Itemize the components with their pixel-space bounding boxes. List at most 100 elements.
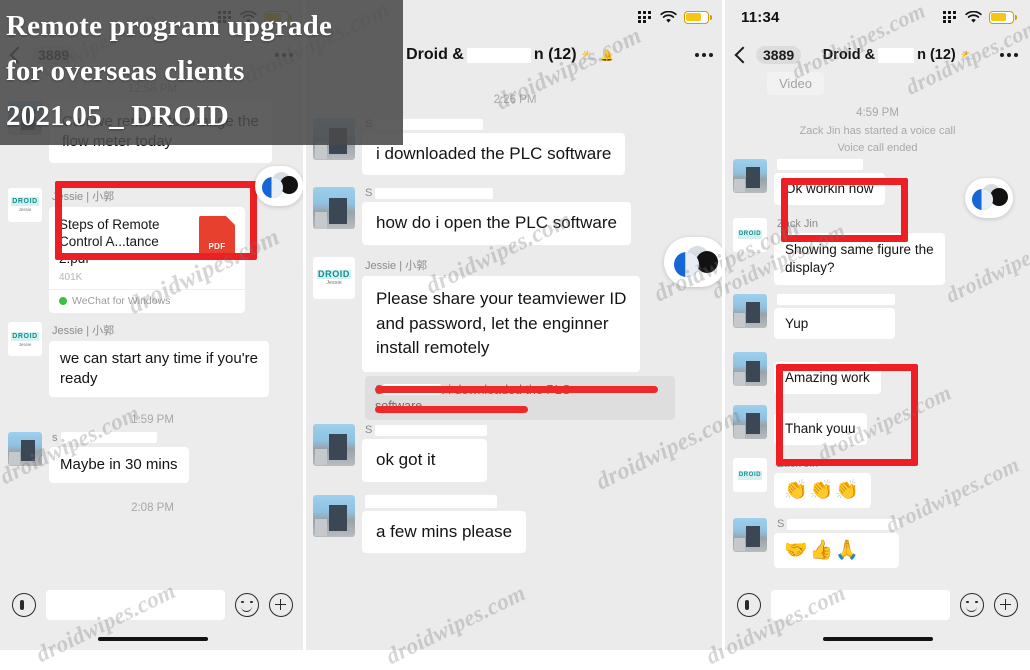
avatar[interactable] [733, 518, 767, 553]
title-line-2: for overseas clients [6, 55, 245, 87]
more-options-icon-2[interactable] [691, 53, 713, 57]
message-stream-1[interactable]: 12:58 PM Can we remote to change the flo… [0, 76, 305, 650]
message-row: Amazing work [725, 352, 1030, 397]
system-message: Voice call ended [837, 142, 918, 155]
screenshot-stage: 3889 12:58 PM Can we remote to change th… [0, 0, 1030, 669]
input-bar-1 [0, 582, 305, 628]
avatar[interactable]: DROID Jessie [8, 322, 42, 357]
chat-title-left: Droid & [822, 47, 876, 63]
emoji-icon[interactable] [960, 593, 984, 617]
avatar[interactable]: DROID Jessie [8, 187, 42, 222]
message-row: S ok got it [305, 424, 725, 484]
message-bubble[interactable]: we can start any time if you're ready [49, 341, 269, 397]
file-size: 401K [59, 272, 83, 284]
message-row-partial: Video [725, 72, 1030, 98]
system-message: Zack Jin has started a voice call [799, 125, 956, 138]
avatar[interactable] [733, 159, 767, 194]
avatar[interactable] [733, 405, 767, 440]
message-bubble[interactable]: Maybe in 30 mins [49, 446, 189, 483]
sender-name: Jessie | 小郭 [365, 259, 428, 272]
message-row: Yup [725, 293, 1030, 343]
timestamp: 2:08 PM [131, 501, 174, 514]
quoted-message[interactable]: S: i downloaded the PLC software [365, 375, 676, 421]
sender-name: Jessie | 小郭 [52, 325, 115, 338]
chevron-left-icon [734, 46, 752, 64]
message-bubble[interactable]: a few mins please [362, 510, 527, 554]
wifi-icon [965, 10, 982, 24]
voice-record-icon[interactable] [737, 593, 761, 617]
timestamp: 1:59 PM [131, 413, 174, 426]
sender-name [365, 494, 526, 508]
message-bubble[interactable]: Thank youu [774, 413, 867, 446]
message-bubble[interactable]: Ok workin now [774, 173, 885, 205]
unread-count-badge: 3889 [756, 46, 802, 64]
chat-header-3: 3889 Droid & n (12) ⛅ [725, 34, 1030, 76]
redaction-strip [878, 47, 915, 63]
message-row: S 🤝👍🙏 [725, 518, 1030, 571]
phone-panel-3: 11:34 3889 Droid & n (12) ⛅ Video 4:59 P… [725, 0, 1030, 650]
avatar[interactable] [733, 293, 767, 328]
message-bubble[interactable]: Please share your teamviewer ID and pass… [362, 275, 641, 372]
status-icons [943, 10, 1018, 24]
title-overlay: Remote program upgrade for overseas clie… [0, 0, 403, 145]
mute-icon: ⛅ [960, 49, 975, 62]
avatar[interactable] [313, 187, 355, 230]
chat-title-3: Droid & n (12) ⛅ [801, 47, 996, 63]
file-attachment-card[interactable]: Steps of Remote Control A...tance 2.pdf … [49, 206, 245, 314]
message-bubble[interactable]: Showing same figure the display? [774, 232, 945, 285]
message-row: Thank youu [725, 405, 1030, 448]
floating-call-widget-3[interactable] [965, 178, 1013, 218]
avatar[interactable] [733, 352, 767, 387]
more-options-icon-3[interactable] [996, 53, 1018, 57]
message-stream-3[interactable]: Video 4:59 PM Zack Jin has started a voi… [725, 72, 1030, 650]
sender-name: S [365, 187, 631, 199]
floating-call-widget-1[interactable] [255, 166, 303, 206]
wifi-icon [660, 10, 677, 24]
sender-name: s [52, 432, 189, 444]
sender-name: Zack Jin [777, 217, 818, 230]
message-bubble[interactable]: Yup [774, 307, 895, 340]
file-name: Steps of Remote Control A...tance 2.pdf [59, 216, 160, 267]
panel-divider [722, 0, 725, 650]
floating-call-widget-2[interactable] [664, 237, 726, 287]
avatar[interactable]: DROID Jessie [313, 256, 355, 299]
message-row: DROID Jessie Jessie | 小郭 we can start any… [0, 322, 305, 400]
back-button-3[interactable]: 3889 [734, 46, 802, 64]
message-row: a few mins please [305, 494, 725, 556]
message-input-3[interactable] [771, 590, 950, 620]
message-bubble[interactable]: how do i open the PLC software [362, 202, 631, 245]
message-bubble[interactable]: Video [767, 72, 825, 96]
message-stream-2[interactable]: 2:26 PM S i downloaded the PLC software … [305, 76, 725, 650]
message-bubble-emoji[interactable]: 👏👏👏 [774, 473, 871, 509]
battery-low-power-icon [684, 10, 713, 24]
sender-name: S [365, 424, 488, 436]
sender-name: Jessie | 小郭 [52, 190, 115, 203]
emoji-icon[interactable] [235, 593, 259, 617]
avatar[interactable]: DROID [733, 217, 767, 252]
message-row: DROID Zack Jin Showing same figure the d… [725, 217, 1030, 288]
message-bubble-emoji[interactable]: 🤝👍🙏 [774, 533, 900, 569]
battery-low-power-icon [989, 10, 1018, 24]
message-bubble[interactable]: ok got it [362, 439, 488, 482]
wechat-dot-icon [59, 297, 67, 306]
message-row: DROID Zack Jin 👏👏👏 [725, 458, 1030, 511]
message-row: s Maybe in 30 mins [0, 431, 305, 486]
plus-icon[interactable] [994, 593, 1018, 617]
signal-dots-icon [943, 11, 958, 23]
bell-icon: 🔔 [600, 49, 614, 62]
avatar[interactable] [313, 424, 355, 467]
avatar[interactable] [8, 431, 42, 466]
home-indicator [822, 636, 933, 641]
status-bar-3: 11:34 [725, 0, 1030, 34]
plus-icon[interactable] [269, 593, 293, 617]
chat-title-right: n (12) [533, 46, 577, 63]
file-source: WeChat for Windows [49, 289, 245, 313]
message-bubble[interactable]: Amazing work [774, 362, 881, 395]
title-line-3: 2021.05 _ DROID [6, 100, 229, 132]
annotation-underline-1 [375, 386, 658, 393]
avatar[interactable]: DROID [733, 458, 767, 493]
voice-record-icon[interactable] [12, 593, 36, 617]
avatar[interactable] [313, 494, 355, 537]
message-input-1[interactable] [46, 590, 225, 620]
timestamp: 4:59 PM [856, 107, 899, 120]
